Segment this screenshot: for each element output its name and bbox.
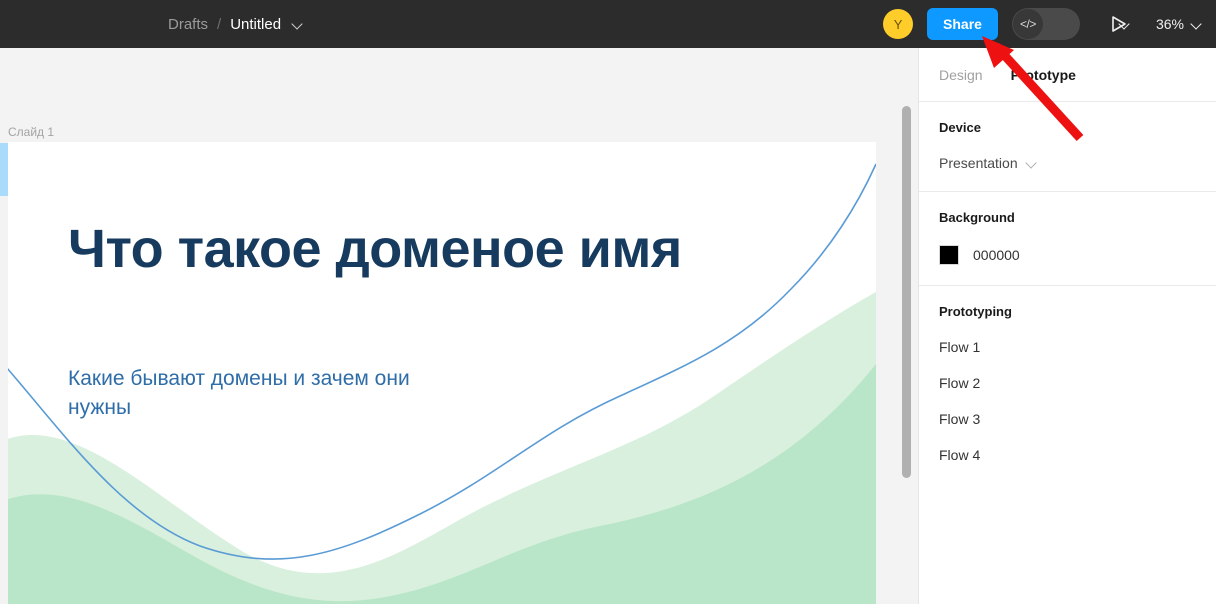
canvas-area[interactable]: Слайд 1 Что такое доменое имя Какие быва…: [0, 48, 918, 604]
background-color-swatch[interactable]: [939, 245, 959, 265]
share-button-label: Share: [943, 16, 982, 32]
code-icon: </>: [1012, 9, 1043, 39]
tab-design[interactable]: Design: [939, 67, 983, 83]
share-button[interactable]: Share: [927, 8, 998, 40]
zoom-level-label: 36%: [1155, 16, 1184, 32]
slide-1-label[interactable]: Слайд 1: [8, 125, 54, 139]
avatar[interactable]: Y: [883, 9, 914, 39]
chevron-down-icon[interactable]: [1026, 158, 1037, 169]
slide-selection-indicator: [0, 143, 8, 196]
avatar-initial: Y: [893, 16, 903, 32]
present-chevron-down-icon[interactable]: [1119, 19, 1130, 30]
zoom-chevron-down-icon[interactable]: [1191, 19, 1202, 30]
tab-prototype[interactable]: Prototype: [1011, 67, 1076, 83]
code-icon-glyph: </>: [1020, 17, 1036, 31]
slide-title[interactable]: Что такое доменое имя: [68, 215, 748, 284]
slide-subtitle[interactable]: Какие бывают домены и зачем они нужны: [68, 364, 448, 423]
list-item[interactable]: Flow 3: [939, 399, 1196, 435]
dev-mode-toggle[interactable]: </>: [1011, 8, 1080, 40]
play-icon: [1100, 16, 1126, 32]
panel-tabs: Design Prototype: [919, 48, 1216, 101]
breadcrumb-drafts-link[interactable]: Drafts: [168, 16, 208, 33]
device-select-value: Presentation: [939, 155, 1018, 171]
toolbar-right-group: Y Share </> 36%: [883, 0, 1216, 48]
canvas-vertical-scrollbar[interactable]: [902, 106, 911, 478]
prototyping-section-heading: Prototyping: [939, 304, 1012, 319]
right-properties-panel: Design Prototype Device Presentation Bac…: [918, 48, 1216, 604]
list-item[interactable]: Flow 1: [939, 339, 1196, 363]
top-toolbar: Drafts / Untitled Y Share </> 36%: [0, 0, 1216, 48]
chevron-down-icon[interactable]: [292, 19, 303, 30]
prototyping-section: Prototyping Flow 1 Flow 2 Flow 3 Flow 4: [919, 286, 1216, 491]
file-name-label[interactable]: Untitled: [230, 16, 281, 33]
slide-1-frame[interactable]: Что такое доменое имя Какие бывают домен…: [8, 142, 876, 604]
list-item[interactable]: Flow 4: [939, 435, 1196, 471]
background-color-hex[interactable]: 000000: [973, 247, 1020, 263]
device-section: Device Presentation: [919, 102, 1216, 191]
present-button[interactable]: [1100, 16, 1130, 32]
flow-list: Flow 1 Flow 2 Flow 3 Flow 4: [939, 339, 1196, 471]
figma-editor-window: Drafts / Untitled Y Share </> 36% Слайд …: [0, 0, 1216, 604]
device-section-heading: Device: [939, 120, 981, 135]
breadcrumb-separator: /: [217, 15, 222, 33]
list-item[interactable]: Flow 2: [939, 363, 1196, 399]
background-section-heading: Background: [939, 210, 1015, 225]
background-section: Background 000000: [919, 192, 1216, 285]
background-color-row: 000000: [939, 245, 1196, 265]
device-select[interactable]: Presentation: [939, 155, 1196, 171]
zoom-control[interactable]: 36%: [1156, 16, 1202, 32]
breadcrumb: Drafts / Untitled: [168, 0, 303, 48]
